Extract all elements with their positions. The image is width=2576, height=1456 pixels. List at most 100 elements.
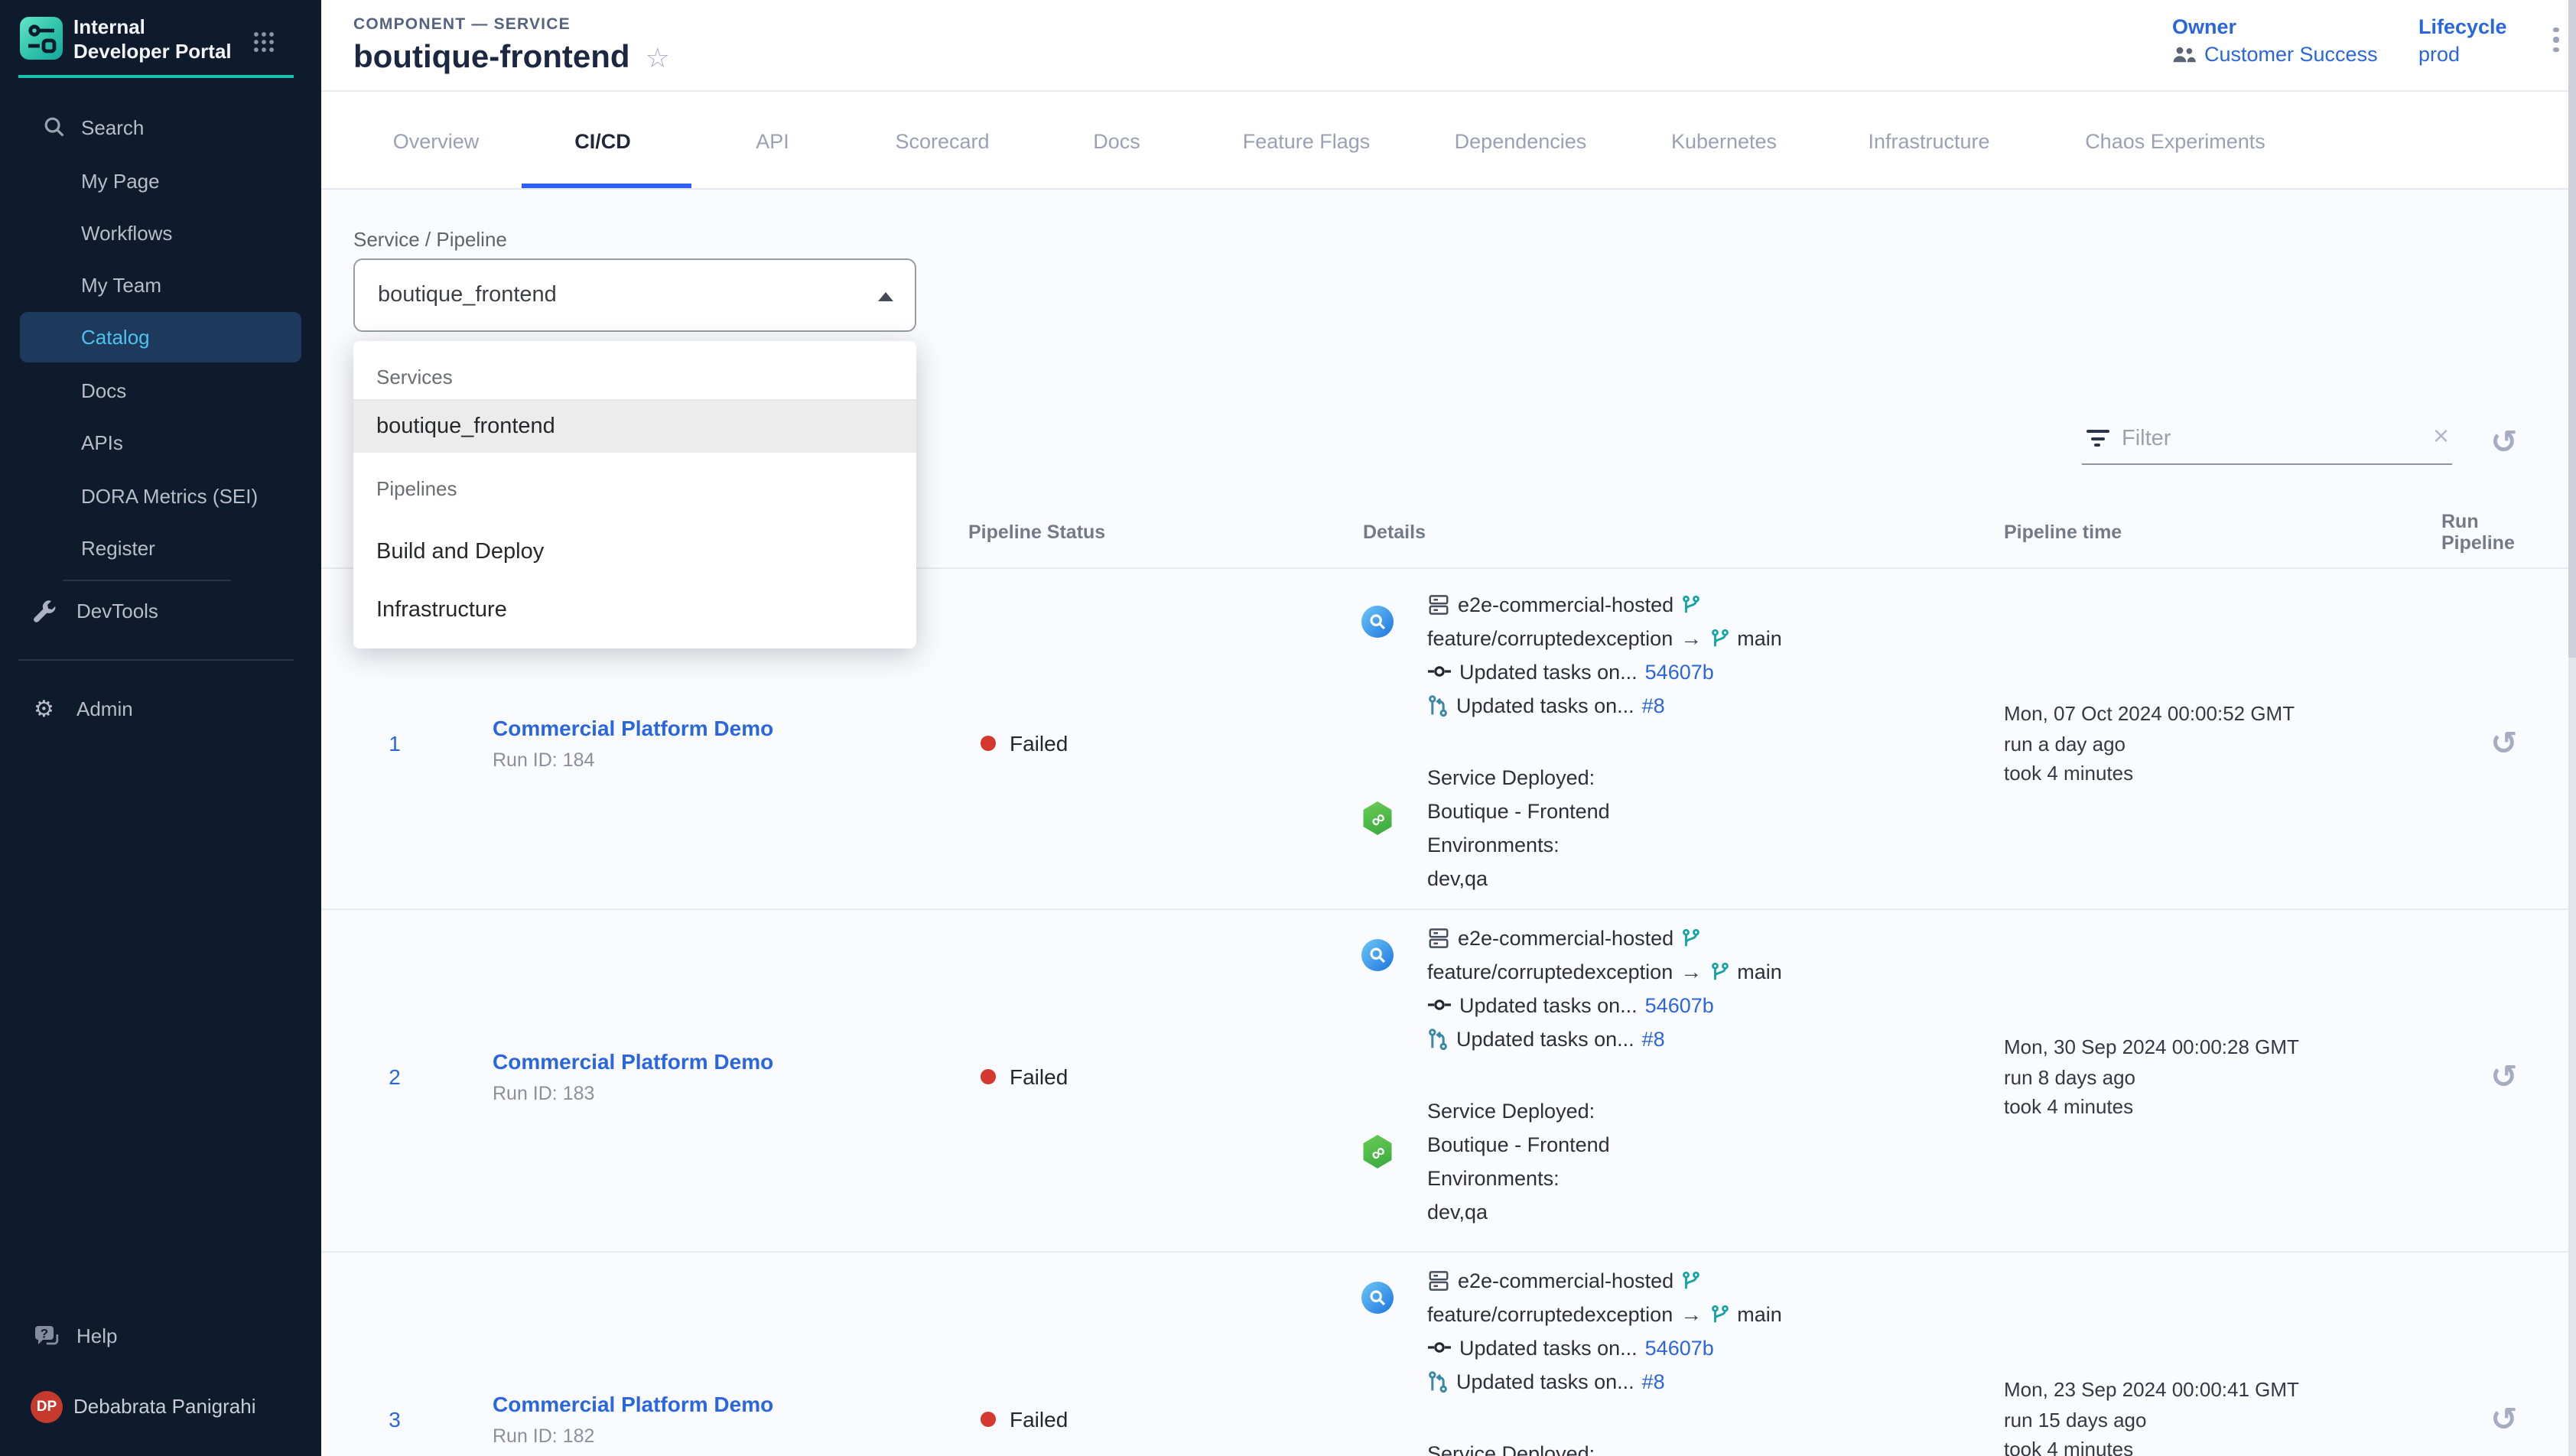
sidebar-item-admin[interactable]: ⚙ Admin <box>20 684 301 734</box>
run-index-link[interactable]: 1 <box>379 731 410 756</box>
pipeline-time-cell: Mon, 07 Oct 2024 00:00:52 GMTrun a day a… <box>2004 699 2295 788</box>
pull-request-icon <box>1427 1027 1449 1050</box>
sidebar-item-devtools[interactable]: DevTools <box>20 586 301 636</box>
pr-link[interactable]: #8 <box>1642 1027 1665 1050</box>
more-options-kebab-icon[interactable] <box>2542 20 2570 60</box>
service-pipeline-label: Service / Pipeline <box>353 228 507 251</box>
run-date: Mon, 30 Sep 2024 00:00:28 GMT <box>2004 1032 2299 1062</box>
tab-feature-flags[interactable]: Feature Flags <box>1243 130 1371 153</box>
sidebar-item-dora-metrics-sei[interactable]: DORA Metrics (SEI) <box>20 470 301 521</box>
tab-chaos-experiments[interactable]: Chaos Experiments <box>2085 130 2265 153</box>
pr-link[interactable]: #8 <box>1642 1370 1665 1393</box>
refresh-table-button[interactable]: ↺ <box>2478 416 2530 468</box>
pipeline-name-cell: Commercial Platform DemoRun ID: 184 <box>493 713 773 775</box>
deploy-service: Boutique - Frontend <box>1427 794 1610 827</box>
sidebar-item-my-team[interactable]: My Team <box>20 259 301 310</box>
status-badge: Failed <box>981 1061 1068 1092</box>
commit-link[interactable]: 54607b <box>1645 993 1714 1016</box>
repo-name: e2e-commercial-hosted <box>1458 593 1673 616</box>
run-index-link[interactable]: 2 <box>379 1064 410 1089</box>
filter-icon <box>2085 430 2109 451</box>
favorite-star-icon[interactable]: ☆ <box>646 44 670 72</box>
tab-infrastructure[interactable]: Infrastructure <box>1868 130 1989 153</box>
pr-message: Updated tasks on... <box>1456 1027 1634 1050</box>
sidebar-item-apis[interactable]: APIs <box>20 418 301 468</box>
deploy-title: Service Deployed: <box>1427 760 1610 794</box>
app-window: Internal Developer Portal SearchMy PageW… <box>0 0 2576 1456</box>
sidebar-item-label: DevTools <box>76 600 158 622</box>
menu-option-build-and-deploy[interactable]: Build and Deploy <box>353 523 916 581</box>
scrollbar-thumb[interactable] <box>2568 0 2576 658</box>
sidebar-divider <box>18 659 294 661</box>
status-badge: Failed <box>981 728 1068 759</box>
failed-dot-icon <box>981 736 996 751</box>
col-header-pipeline-status: Pipeline Status <box>968 522 1105 543</box>
deploy-title: Service Deployed: <box>1427 1094 1610 1127</box>
commit-link[interactable]: 54607b <box>1645 1336 1714 1359</box>
sidebar-item-help[interactable]: ? Help <box>20 1311 301 1361</box>
target-branch: main <box>1737 960 1782 983</box>
app-grid-icon[interactable] <box>252 31 277 55</box>
branch-icon <box>1681 928 1701 947</box>
rerun-pipeline-button[interactable]: ↺ <box>2475 1049 2533 1104</box>
tab-ci-cd[interactable]: CI/CD <box>574 130 631 153</box>
arrow-right-icon: → <box>1680 959 1702 983</box>
tab-api[interactable]: API <box>756 130 789 153</box>
pr-link[interactable]: #8 <box>1642 694 1665 717</box>
deploy-service: Boutique - Frontend <box>1427 1127 1610 1161</box>
deploy-details: Service Deployed:Boutique - FrontendEnvi… <box>1427 1436 1610 1456</box>
rerun-pipeline-button[interactable]: ↺ <box>2475 716 2533 771</box>
tab-overview[interactable]: Overview <box>393 130 480 153</box>
run-duration: took 4 minutes <box>2004 1092 2299 1122</box>
brand-divider <box>18 75 294 78</box>
sidebar-item-catalog[interactable]: Catalog <box>20 312 301 362</box>
sidebar-item-docs[interactable]: Docs <box>20 365 301 415</box>
sidebar-item-register[interactable]: Register <box>20 523 301 574</box>
people-icon <box>2172 46 2197 63</box>
pull-request-icon <box>1427 694 1449 717</box>
branch-icon <box>1709 961 1729 981</box>
lifecycle-block: Lifecycle prod <box>2418 15 2507 66</box>
run-date: Mon, 07 Oct 2024 00:00:52 GMT <box>2004 699 2295 729</box>
sidebar-item-label: Docs <box>81 379 126 401</box>
branch-icon <box>1681 1270 1701 1290</box>
harness-logo-icon <box>20 17 63 60</box>
menu-option-infrastructure[interactable]: Infrastructure <box>353 581 916 639</box>
source-branch: feature/corruptedexception <box>1427 626 1673 649</box>
ci-build-icon <box>1361 1282 1394 1314</box>
menu-option-boutique-frontend[interactable]: boutique_frontend <box>353 401 916 453</box>
lifecycle-value: prod <box>2418 43 2460 66</box>
tab-scorecard[interactable]: Scorecard <box>895 130 989 153</box>
pipeline-name-link[interactable]: Commercial Platform Demo <box>493 1046 773 1077</box>
tab-kubernetes[interactable]: Kubernetes <box>1671 130 1777 153</box>
tab-dependencies[interactable]: Dependencies <box>1455 130 1587 153</box>
status-badge: Failed <box>981 1404 1068 1435</box>
sidebar-item-search[interactable]: Search <box>20 102 301 152</box>
sidebar-item-workflows[interactable]: Workflows <box>20 208 301 258</box>
run-index-link[interactable]: 3 <box>379 1407 410 1432</box>
pipeline-name-link[interactable]: Commercial Platform Demo <box>493 713 773 743</box>
tab-docs[interactable]: Docs <box>1093 130 1140 153</box>
commit-link[interactable]: 54607b <box>1645 660 1714 683</box>
vertical-scrollbar[interactable] <box>2568 0 2576 1456</box>
clear-filter-icon[interactable]: × <box>2433 422 2449 450</box>
run-id: Run ID: 183 <box>493 1078 773 1109</box>
run-duration: took 4 minutes <box>2004 1435 2299 1456</box>
target-branch: main <box>1737 626 1782 649</box>
owner-link[interactable]: Customer Success <box>2204 43 2378 66</box>
user-avatar: DP <box>31 1390 63 1422</box>
status-text: Failed <box>1010 1064 1068 1089</box>
sidebar-item-label: Search <box>81 115 144 138</box>
run-duration: took 4 minutes <box>2004 759 2295 788</box>
repo-name: e2e-commercial-hosted <box>1458 926 1673 949</box>
sidebar-item-my-page[interactable]: My Page <box>20 155 301 206</box>
filter-input[interactable] <box>2119 419 2348 459</box>
pipeline-name-link[interactable]: Commercial Platform Demo <box>493 1389 773 1419</box>
rerun-pipeline-button[interactable]: ↺ <box>2475 1392 2533 1447</box>
arrow-right-icon: → <box>1680 1302 1702 1326</box>
pipeline-time-cell: Mon, 23 Sep 2024 00:00:41 GMTrun 15 days… <box>2004 1375 2299 1456</box>
commit-message: Updated tasks on... <box>1459 660 1638 683</box>
sidebar-item-label: DORA Metrics (SEI) <box>81 484 258 507</box>
service-pipeline-select[interactable]: boutique_frontend <box>353 258 916 332</box>
user-menu[interactable]: DP Debabrata Panigrahi <box>20 1381 301 1432</box>
